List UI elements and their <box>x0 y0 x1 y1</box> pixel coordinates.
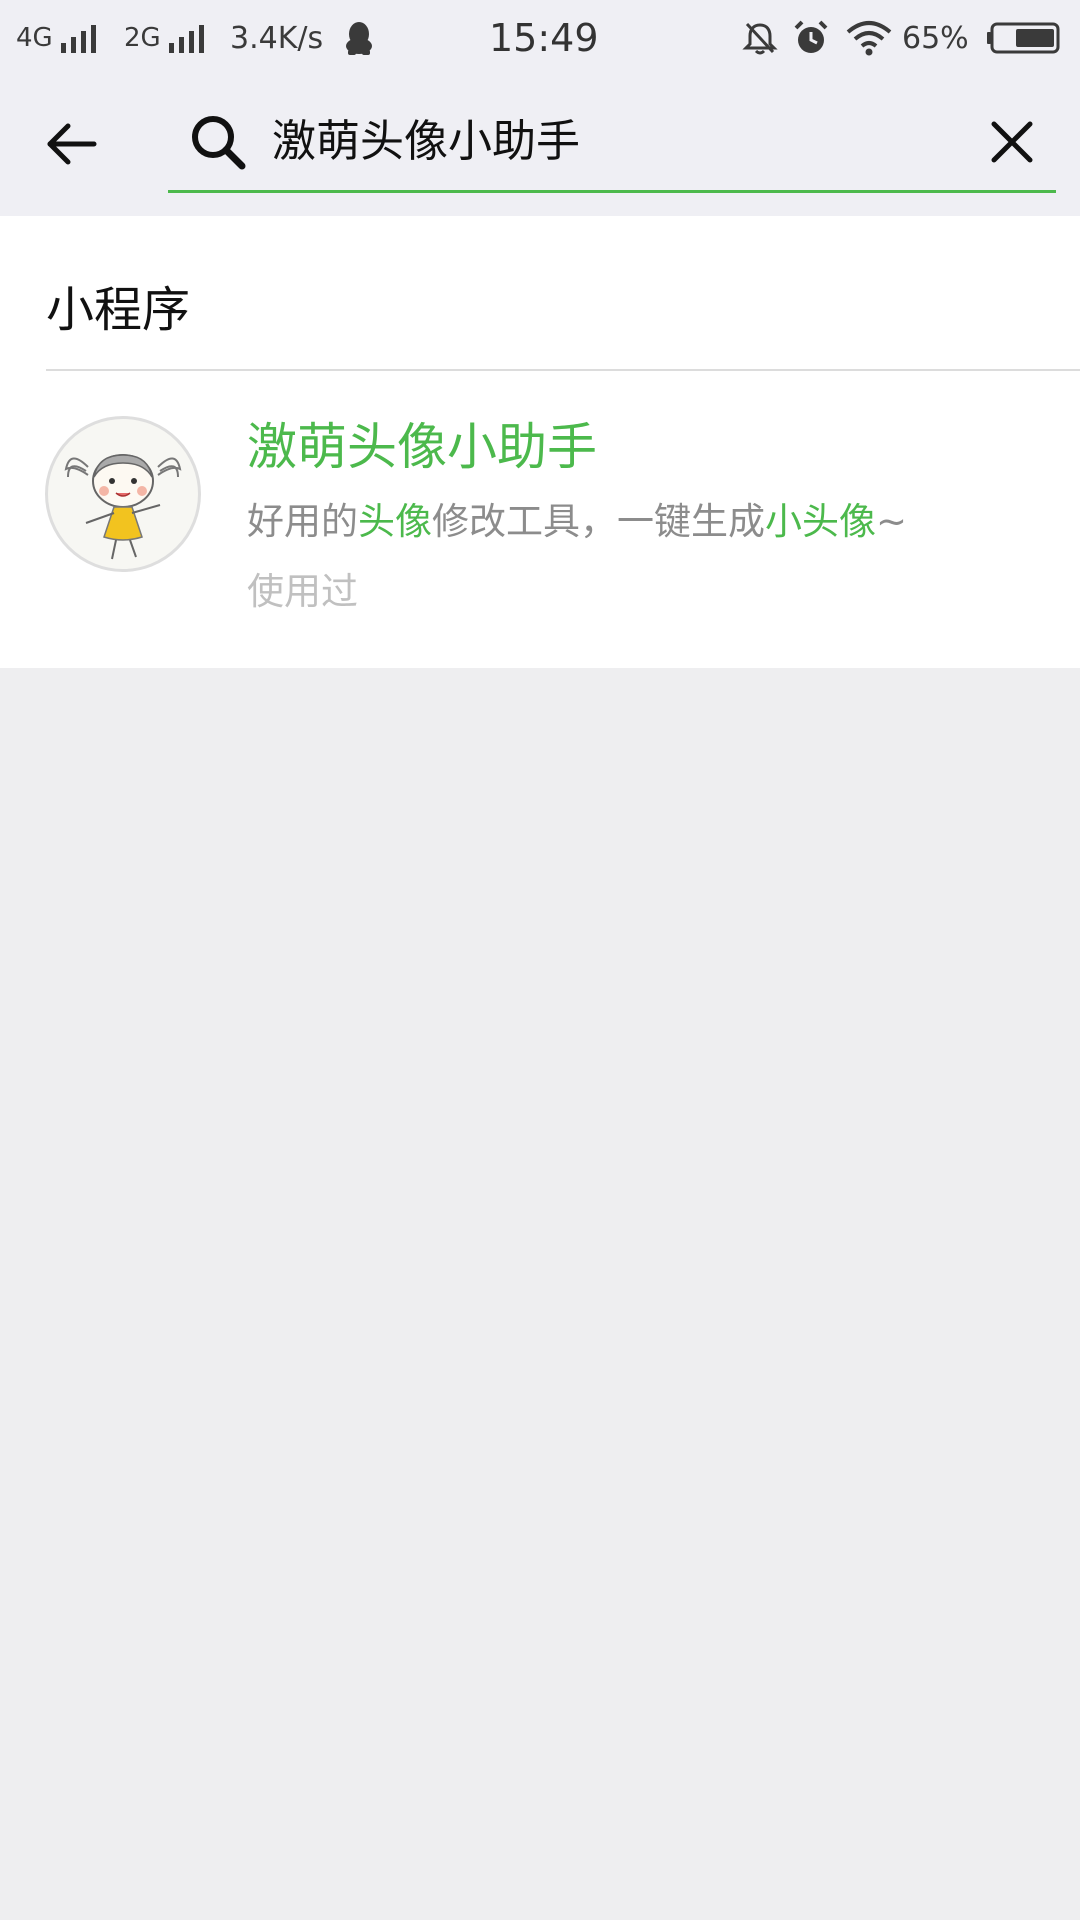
network-speed: 3.4K/s <box>230 0 323 76</box>
desc-highlight: 头像 <box>358 500 432 543</box>
used-before-tag: 使用过 <box>247 570 358 613</box>
desc-part: 好用的 <box>247 500 358 543</box>
desc-part: ~ <box>876 500 908 543</box>
girl-cartoon-icon <box>64 454 182 560</box>
network-2g: 2G <box>124 0 204 76</box>
status-bar: 4G 2G 3.4K/s 15:49 65% <box>0 0 1080 76</box>
section-divider <box>46 369 1080 371</box>
signal-icon <box>168 23 204 53</box>
network-4g-label: 4G <box>16 23 53 53</box>
screen: 4G 2G 3.4K/s 15:49 65% 激萌头像小助手 小程序 激萌头像小… <box>0 0 1080 1920</box>
search-input[interactable]: 激萌头像小助手 <box>168 96 1056 193</box>
back-button[interactable] <box>36 108 108 180</box>
desc-part: 修改工具，一键生成 <box>432 500 765 543</box>
bell-muted-icon <box>742 0 778 76</box>
clock-label: 15:49 <box>489 16 599 60</box>
battery-level: 65% <box>902 0 969 76</box>
alarm-icon <box>792 0 830 76</box>
search-header: 激萌头像小助手 <box>0 76 1080 216</box>
battery-icon <box>986 0 1062 76</box>
search-icon <box>192 116 246 170</box>
desc-highlight: 小头像 <box>765 500 876 543</box>
network-speed-label: 3.4K/s <box>230 20 324 56</box>
section-title: 小程序 <box>46 282 191 338</box>
signal-icon <box>60 23 96 53</box>
clock: 15:49 <box>489 0 599 76</box>
network-4g: 4G <box>16 0 96 76</box>
qq-penguin-icon <box>344 0 374 76</box>
clear-search-button[interactable] <box>982 112 1042 172</box>
back-arrow-icon <box>47 123 97 165</box>
search-query-text[interactable]: 激萌头像小助手 <box>272 110 580 174</box>
wifi-icon <box>846 0 892 76</box>
close-icon <box>991 121 1033 163</box>
mini-program-description: 好用的头像修改工具，一键生成小头像~ <box>247 494 907 550</box>
battery-label: 65% <box>902 20 969 56</box>
network-2g-label: 2G <box>124 23 161 53</box>
girl-cartoon-avatar[interactable] <box>45 416 201 572</box>
mini-program-name[interactable]: 激萌头像小助手 <box>247 412 597 482</box>
